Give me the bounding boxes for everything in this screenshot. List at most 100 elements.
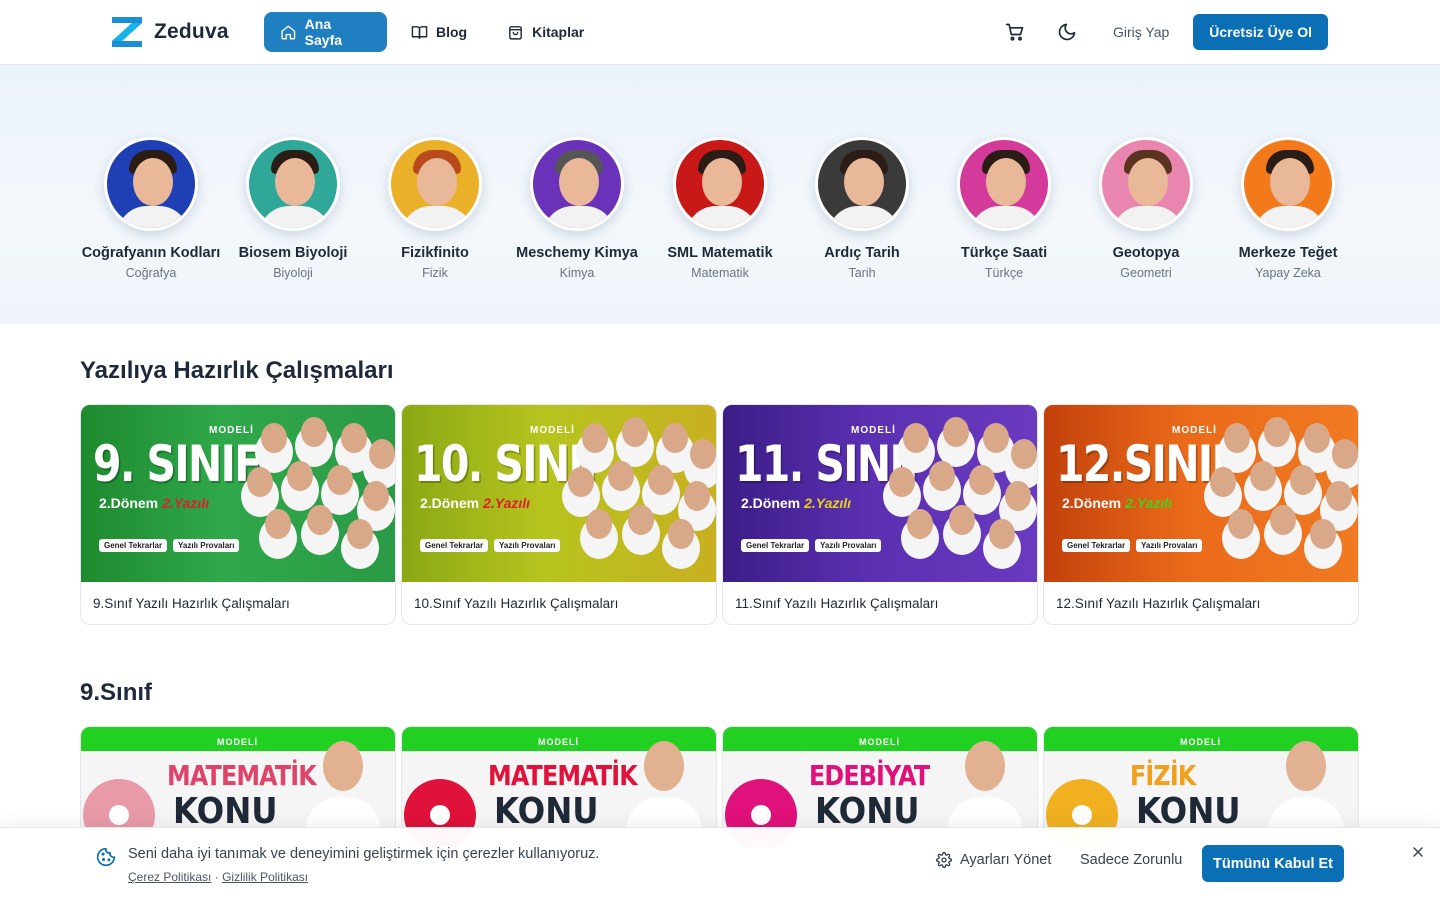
teacher-avatar: [957, 137, 1051, 231]
nav-home-label: Ana Sayfa: [304, 16, 343, 48]
course-card[interactable]: MODELİ 12.SINIF 2.Dönem 2.Yazılı Genel Te…: [1043, 404, 1359, 625]
banner-konu: KONU: [494, 791, 599, 832]
banner-subject: EDEBİYAT: [809, 759, 930, 792]
banner-term: 2.Dönem 2.Yazılı: [99, 495, 210, 511]
banner-pill: Genel Tekrarlar: [99, 539, 168, 552]
course-card-title: 9.Sınıf Yazılı Hazırlık Çalışmaları: [93, 595, 290, 611]
teacher-name: Ardıç Tarih: [824, 245, 900, 261]
banner-people-image: [1204, 409, 1358, 582]
banner-pill: Genel Tekrarlar: [420, 539, 489, 552]
banner-konu: KONU: [815, 791, 920, 832]
teacher-avatar: [530, 137, 624, 231]
teacher-subject: Coğrafya: [125, 266, 177, 280]
teacher-avatar: [1099, 137, 1193, 231]
cart-button[interactable]: [997, 14, 1033, 50]
home-icon: [281, 25, 296, 39]
teacher-name: Merkeze Teğet: [1238, 245, 1338, 261]
main-nav: Ana Sayfa Blog Kitaplar: [264, 12, 600, 52]
teacher-card[interactable]: Geotopya Geometri: [1066, 137, 1226, 280]
teacher-name: Geotopya: [1112, 245, 1180, 261]
banner-pill: Genel Tekrarlar: [1062, 539, 1131, 552]
necessary-only-button[interactable]: Sadece Zorunlu: [1080, 852, 1182, 868]
teacher-avatar: [246, 137, 340, 231]
course-banner: MODELİ 12.SINIF 2.Dönem 2.Yazılı Genel Te…: [1044, 405, 1358, 582]
nav-books-label: Kitaplar: [532, 24, 585, 40]
banner-pill: Yazılı Provaları: [494, 539, 561, 552]
signup-button[interactable]: Ücretsiz Üye Ol: [1193, 14, 1328, 50]
teacher-name: SML Matematik: [667, 245, 773, 261]
brand-logo[interactable]: Zeduva: [112, 17, 229, 47]
teacher-card[interactable]: Coğrafyanın Kodları Coğrafya: [71, 137, 231, 280]
nav-home[interactable]: Ana Sayfa: [264, 12, 387, 52]
zeduva-logo-icon: [112, 17, 142, 47]
course-banner: MODELİ 10. SINIF 2.Dönem 2.Yazılı Genel T…: [402, 405, 716, 582]
cookie-consent-banner: Seni daha iyi tanımak ve deneyimini geli…: [0, 827, 1440, 900]
gear-icon: [936, 852, 952, 868]
banner-badge: MODELİ: [1180, 737, 1221, 747]
teacher-card[interactable]: Meschemy Kimya Kimya: [497, 137, 657, 280]
banner-subject: MATEMATİK: [167, 759, 317, 792]
banner-pill: Genel Tekrarlar: [741, 539, 810, 552]
teacher-avatar: [815, 137, 909, 231]
accept-all-button[interactable]: Tümünü Kabul Et: [1202, 845, 1344, 882]
teacher-card[interactable]: Türkçe Saati Türkçe: [924, 137, 1084, 280]
moon-icon: [1058, 23, 1076, 41]
teacher-avatar: [104, 137, 198, 231]
nav-actions: Giriş Yap Ücretsiz Üye Ol: [997, 14, 1328, 50]
teacher-name: Fizikfinito: [401, 245, 469, 261]
course-banner: MODELİ 11. SINIF 2.Dönem 2.Yazılı Genel T…: [723, 405, 1037, 582]
close-icon[interactable]: [1410, 844, 1426, 860]
cart-icon: [1005, 23, 1024, 41]
cookie-policy-links: Çerez Politikası · Gizlilik Politikası: [128, 870, 308, 884]
teacher-card[interactable]: Merkeze Teğet Yapay Zeka: [1208, 137, 1368, 280]
teacher-avatar: [673, 137, 767, 231]
course-card-title: 12.Sınıf Yazılı Hazırlık Çalışmaları: [1056, 595, 1261, 611]
banner-term: 2.Dönem 2.Yazılı: [420, 495, 531, 511]
teacher-avatar: [1241, 137, 1335, 231]
teacher-subject: Tarih: [848, 266, 876, 280]
course-card-title: 10.Sınıf Yazılı Hazırlık Çalışmaları: [414, 595, 619, 611]
manage-settings-button[interactable]: Ayarları Yönet: [936, 852, 1051, 868]
teacher-name: Türkçe Saati: [960, 245, 1048, 261]
banner-grade: 9. SINIF: [93, 435, 262, 493]
course-card[interactable]: MODELİ 10. SINIF 2.Dönem 2.Yazılı Genel T…: [401, 404, 717, 625]
teacher-card[interactable]: SML Matematik Matematik: [640, 137, 800, 280]
banner-pill: Yazılı Provaları: [173, 539, 240, 552]
exam-prep-cards: MODELİ 9. SINIF 2.Dönem 2.Yazılı Genel Te…: [80, 404, 1359, 625]
teacher-subject: Kimya: [559, 266, 595, 280]
course-card[interactable]: MODELİ 9. SINIF 2.Dönem 2.Yazılı Genel Te…: [80, 404, 396, 625]
teacher-card[interactable]: Biosem Biyoloji Biyoloji: [213, 137, 373, 280]
privacy-policy-link[interactable]: Gizlilik Politikası: [222, 870, 308, 884]
link-separator: ·: [214, 870, 219, 884]
banner-people-image: [883, 409, 1037, 582]
teacher-name: Biosem Biyoloji: [238, 245, 348, 261]
cookie-policy-link[interactable]: Çerez Politikası: [128, 870, 211, 884]
cookie-icon: [96, 847, 116, 867]
teachers-strip: Coğrafyanın Kodları Coğrafya Biosem Biyo…: [0, 65, 1440, 324]
banner-subject: FİZİK: [1130, 759, 1196, 792]
nav-books[interactable]: Kitaplar: [491, 12, 600, 52]
shopping-bag-icon: [509, 25, 522, 40]
teacher-card[interactable]: Fizikfinito Fizik: [355, 137, 515, 280]
teacher-card[interactable]: Ardıç Tarih Tarih: [782, 137, 942, 280]
banner-term: 2.Dönem 2.Yazılı: [741, 495, 852, 511]
banner-badge: MODELİ: [859, 737, 900, 747]
theme-toggle-button[interactable]: [1049, 14, 1085, 50]
manage-settings-label: Ayarları Yönet: [960, 852, 1052, 868]
book-icon: [411, 25, 428, 39]
brand-name: Zeduva: [154, 20, 229, 43]
teacher-name: Meschemy Kimya: [516, 245, 638, 261]
top-navbar: Zeduva Ana Sayfa Blog Kitaplar Giriş Yap…: [0, 0, 1440, 65]
nav-blog[interactable]: Blog: [395, 12, 483, 52]
banner-pill: Yazılı Provaları: [815, 539, 882, 552]
teacher-subject: Fizik: [422, 266, 448, 280]
course-card-title: 11.Sınıf Yazılı Hazırlık Çalışmaları: [735, 595, 939, 611]
teacher-subject: Matematik: [691, 266, 749, 280]
login-link[interactable]: Giriş Yap: [1113, 24, 1169, 40]
banner-term: 2.Dönem 2.Yazılı: [1062, 495, 1173, 511]
banner-badge: MODELİ: [538, 737, 579, 747]
teacher-subject: Geometri: [1120, 266, 1172, 280]
teacher-subject: Biyoloji: [273, 266, 313, 280]
cookie-message: Seni daha iyi tanımak ve deneyimini geli…: [128, 846, 600, 862]
course-card[interactable]: MODELİ 11. SINIF 2.Dönem 2.Yazılı Genel T…: [722, 404, 1038, 625]
